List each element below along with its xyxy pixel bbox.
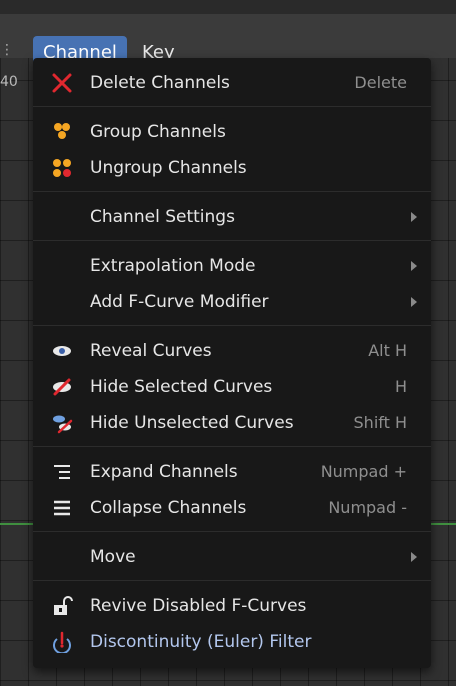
shortcut-label: Numpad - [328, 498, 407, 517]
menu-item-move[interactable]: Move [33, 539, 431, 575]
channel-dropdown-menu: Delete Channels Delete Group Channels Un… [33, 58, 431, 668]
menu-item-label: Collapse Channels [90, 498, 247, 518]
menu-item-label: Discontinuity (Euler) Filter [90, 632, 312, 652]
menu-item-extrapolation-mode[interactable]: Extrapolation Mode [33, 248, 431, 284]
delete-x-icon [49, 70, 75, 96]
hide-unselected-icon [49, 410, 75, 436]
menu-item-ungroup-channels[interactable]: Ungroup Channels [33, 150, 431, 186]
menu-item-label: Hide Unselected Curves [90, 413, 294, 433]
submenu-arrow-icon [411, 212, 417, 222]
menu-item-label: Revive Disabled F-Curves [90, 596, 307, 616]
menu-item-label: Reveal Curves [90, 341, 212, 361]
editor-header: ⋮ Channel Key [0, 14, 456, 70]
menu-item-label: Channel Settings [90, 207, 235, 227]
top-strip [0, 0, 456, 14]
menu-item-group-channels[interactable]: Group Channels [33, 114, 431, 150]
submenu-arrow-icon [411, 297, 417, 307]
menu-item-expand-channels[interactable]: Expand Channels Numpad + [33, 454, 431, 490]
menu-separator [33, 325, 431, 326]
menu-item-delete-channels[interactable]: Delete Channels Delete [33, 65, 431, 101]
menu-item-label: Expand Channels [90, 462, 238, 482]
submenu-arrow-icon [411, 261, 417, 271]
menu-item-euler-filter[interactable]: Discontinuity (Euler) Filter [33, 624, 431, 660]
menu-item-reveal-curves[interactable]: Reveal Curves Alt H [33, 333, 431, 369]
euler-filter-icon [49, 629, 75, 655]
ungroup-icon [49, 155, 75, 181]
menu-item-hide-unselected-curves[interactable]: Hide Unselected Curves Shift H [33, 405, 431, 441]
hide-eye-icon [49, 374, 75, 400]
header-separator: ⋮ [0, 42, 14, 58]
menu-item-label: Extrapolation Mode [90, 256, 256, 276]
menu-item-label: Delete Channels [90, 73, 230, 93]
collapse-lines-icon [49, 495, 75, 521]
frame-number-label: 40 [0, 74, 18, 90]
menu-item-label: Add F-Curve Modifier [90, 292, 269, 312]
menu-item-label: Hide Selected Curves [90, 377, 273, 397]
shortcut-label: Delete [354, 73, 407, 92]
shortcut-label: H [394, 377, 407, 396]
menu-item-label: Ungroup Channels [90, 158, 247, 178]
submenu-arrow-icon [411, 552, 417, 562]
menu-separator [33, 531, 431, 532]
expand-lines-icon [49, 459, 75, 485]
shortcut-label: Alt H [368, 341, 407, 360]
menu-item-revive-disabled-fcurves[interactable]: Revive Disabled F-Curves [33, 588, 431, 624]
menu-separator [33, 580, 431, 581]
unlock-icon [49, 593, 75, 619]
menu-item-collapse-channels[interactable]: Collapse Channels Numpad - [33, 490, 431, 526]
shortcut-label: Numpad + [320, 462, 407, 481]
menu-separator [33, 191, 431, 192]
menu-separator [33, 240, 431, 241]
menu-item-hide-selected-curves[interactable]: Hide Selected Curves H [33, 369, 431, 405]
menu-separator [33, 446, 431, 447]
menu-item-label: Move [90, 547, 136, 567]
menu-item-add-fcurve-modifier[interactable]: Add F-Curve Modifier [33, 284, 431, 320]
group-icon [49, 119, 75, 145]
menu-item-channel-settings[interactable]: Channel Settings [33, 199, 431, 235]
menu-separator [33, 106, 431, 107]
eye-icon [49, 338, 75, 364]
shortcut-label: Shift H [353, 413, 407, 432]
menu-item-label: Group Channels [90, 122, 226, 142]
